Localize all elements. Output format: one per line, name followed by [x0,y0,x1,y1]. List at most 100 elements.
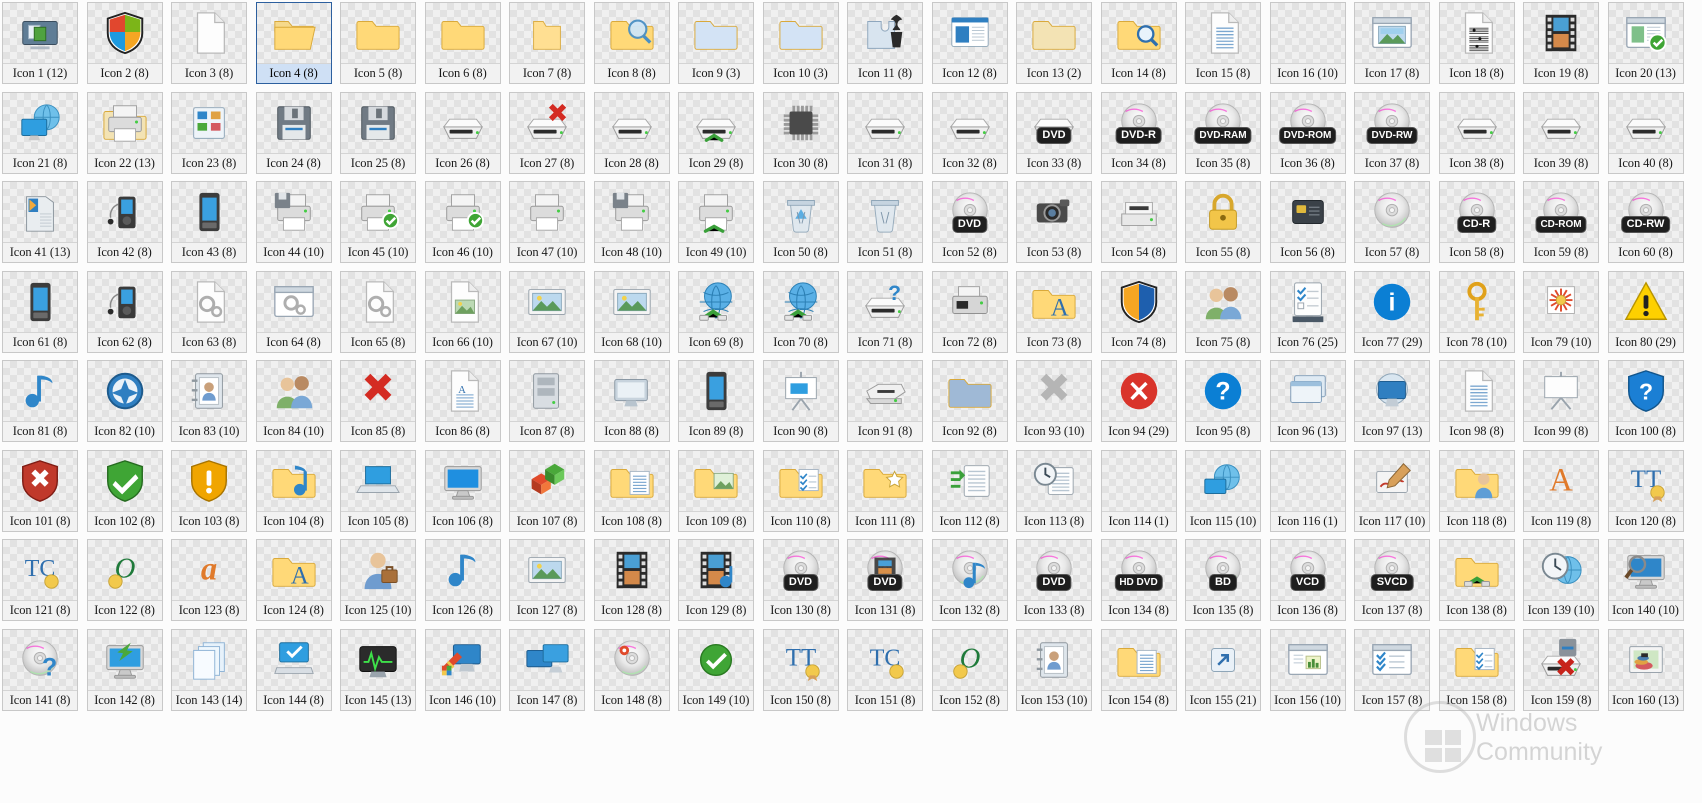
icon-cell[interactable]: Icon 55 (8) [1185,181,1261,263]
icon-cell[interactable]: Icon 85 (8) [340,360,416,442]
icon-cell[interactable]: Icon 9 (3) [678,2,754,84]
icon-cell[interactable]: Icon 116 (1) [1270,450,1346,532]
icon-cell[interactable]: Icon 32 (8) [932,92,1008,174]
icon-cell[interactable]: Icon 27 (8) [509,92,585,174]
icon-cell[interactable]: Icon 57 (8) [1354,181,1430,263]
icon-cell[interactable]: Icon 2 (8) [87,2,163,84]
icon-cell[interactable]: Icon 70 (8) [763,271,839,353]
icon-cell[interactable]: DVDIcon 33 (8) [1016,92,1092,174]
icon-cell[interactable]: TCIcon 121 (8) [2,539,78,621]
icon-cell[interactable]: Icon 75 (8) [1185,271,1261,353]
icon-cell[interactable]: Icon 92 (8) [932,360,1008,442]
icon-cell[interactable]: Icon 138 (8) [1439,539,1515,621]
icon-cell[interactable]: Icon 1 (12) [2,2,78,84]
icon-cell[interactable]: TCIcon 151 (8) [847,629,923,711]
icon-cell[interactable]: Icon 18 (8) [1439,2,1515,84]
icon-cell[interactable]: DVD-RWIcon 37 (8) [1354,92,1430,174]
icon-cell[interactable]: TTIcon 120 (8) [1608,450,1684,532]
icon-cell[interactable]: Icon 8 (8) [594,2,670,84]
icon-cell[interactable]: CD-RWIcon 60 (8) [1608,181,1684,263]
icon-cell[interactable]: Icon 14 (8) [1101,2,1177,84]
icon-cell[interactable]: ?Icon 141 (8) [2,629,78,711]
icon-cell[interactable]: TTIcon 150 (8) [763,629,839,711]
icon-cell[interactable]: Icon 144 (8) [256,629,332,711]
icon-cell[interactable]: DVD-ROMIcon 36 (8) [1270,92,1346,174]
icon-cell[interactable]: Icon 65 (8) [340,271,416,353]
icon-cell[interactable]: DVDIcon 133 (8) [1016,539,1092,621]
icon-cell[interactable]: Icon 88 (8) [594,360,670,442]
icon-cell[interactable]: Icon 50 (8) [763,181,839,263]
icon-cell[interactable]: OIcon 152 (8) [932,629,1008,711]
icon-cell[interactable]: SVCDIcon 137 (8) [1354,539,1430,621]
icon-cell[interactable]: Icon 6 (8) [425,2,501,84]
icon-cell[interactable]: Icon 128 (8) [594,539,670,621]
icon-cell[interactable]: DVD-RAMIcon 35 (8) [1185,92,1261,174]
icon-cell[interactable]: Icon 67 (10) [509,271,585,353]
icon-cell[interactable]: Icon 105 (8) [340,450,416,532]
icon-cell[interactable]: Icon 79 (10) [1523,271,1599,353]
icon-cell[interactable]: Icon 53 (8) [1016,181,1092,263]
icon-cell[interactable]: DVDIcon 52 (8) [932,181,1008,263]
icon-cell[interactable]: Icon 25 (8) [340,92,416,174]
icon-cell[interactable]: Icon 44 (10) [256,181,332,263]
icon-cell[interactable]: Icon 16 (10) [1270,2,1346,84]
icon-cell[interactable]: Icon 10 (3) [763,2,839,84]
icon-cell[interactable]: Icon 64 (8) [256,271,332,353]
icon-cell[interactable]: Icon 159 (8) [1523,629,1599,711]
icon-cell[interactable]: Icon 62 (8) [87,271,163,353]
icon-cell[interactable]: Icon 28 (8) [594,92,670,174]
icon-cell[interactable]: ?Icon 71 (8) [847,271,923,353]
icon-cell[interactable]: ?Icon 100 (8) [1608,360,1684,442]
icon-cell[interactable]: Icon 107 (8) [509,450,585,532]
icon-cell[interactable]: Icon 15 (8) [1185,2,1261,84]
icon-cell[interactable]: aIcon 123 (8) [171,539,247,621]
icon-cell[interactable]: Icon 76 (25) [1270,271,1346,353]
icon-cell[interactable]: Icon 20 (13) [1608,2,1684,84]
icon-cell[interactable]: Icon 132 (8) [932,539,1008,621]
icon-cell[interactable]: Icon 102 (8) [87,450,163,532]
icon-cell[interactable]: Icon 72 (8) [932,271,1008,353]
icon-cell[interactable]: Icon 4 (8) [256,2,332,84]
icon-cell[interactable]: Icon 146 (10) [425,629,501,711]
icon-cell[interactable]: Icon 84 (10) [256,360,332,442]
icon-cell[interactable]: Icon 87 (8) [509,360,585,442]
icon-cell[interactable]: Icon 63 (8) [171,271,247,353]
icon-cell[interactable]: Icon 147 (8) [509,629,585,711]
icon-cell[interactable]: Icon 153 (10) [1016,629,1092,711]
icon-cell[interactable]: Icon 129 (8) [678,539,754,621]
icon-cell[interactable]: Icon 61 (8) [2,271,78,353]
icon-cell[interactable]: DVDIcon 131 (8) [847,539,923,621]
icon-cell[interactable]: Icon 5 (8) [340,2,416,84]
icon-cell[interactable]: Icon 108 (8) [594,450,670,532]
icon-cell[interactable]: CD-RIcon 58 (8) [1439,181,1515,263]
icon-cell[interactable]: Icon 12 (8) [932,2,1008,84]
icon-cell[interactable]: Icon 40 (8) [1608,92,1684,174]
icon-cell[interactable]: Icon 89 (8) [678,360,754,442]
icon-cell[interactable]: Icon 126 (8) [425,539,501,621]
icon-cell[interactable]: Icon 117 (10) [1354,450,1430,532]
icon-cell[interactable]: Icon 145 (13) [340,629,416,711]
icon-cell[interactable]: Icon 149 (10) [678,629,754,711]
icon-cell[interactable]: Icon 118 (8) [1439,450,1515,532]
icon-cell[interactable]: Icon 49 (10) [678,181,754,263]
icon-cell[interactable]: AIcon 86 (8) [425,360,501,442]
icon-cell[interactable]: Icon 142 (8) [87,629,163,711]
icon-cell[interactable]: Icon 13 (2) [1016,2,1092,84]
icon-cell[interactable]: Icon 140 (10) [1608,539,1684,621]
icon-cell[interactable]: Icon 90 (8) [763,360,839,442]
icon-cell[interactable]: Icon 148 (8) [594,629,670,711]
icon-cell[interactable]: Icon 114 (1) [1101,450,1177,532]
icon-cell[interactable]: iIcon 77 (29) [1354,271,1430,353]
icon-cell[interactable]: Icon 38 (8) [1439,92,1515,174]
icon-cell[interactable]: OIcon 122 (8) [87,539,163,621]
icon-cell[interactable]: Icon 101 (8) [2,450,78,532]
icon-cell[interactable]: BDIcon 135 (8) [1185,539,1261,621]
icon-cell[interactable]: Icon 143 (14) [171,629,247,711]
icon-cell[interactable]: Icon 82 (10) [87,360,163,442]
icon-cell[interactable]: AIcon 119 (8) [1523,450,1599,532]
icon-cell[interactable]: Icon 54 (8) [1101,181,1177,263]
icon-cell[interactable]: Icon 98 (8) [1439,360,1515,442]
icon-cell[interactable]: DVD-RIcon 34 (8) [1101,92,1177,174]
icon-cell[interactable]: Icon 158 (8) [1439,629,1515,711]
icon-cell[interactable]: Icon 69 (8) [678,271,754,353]
